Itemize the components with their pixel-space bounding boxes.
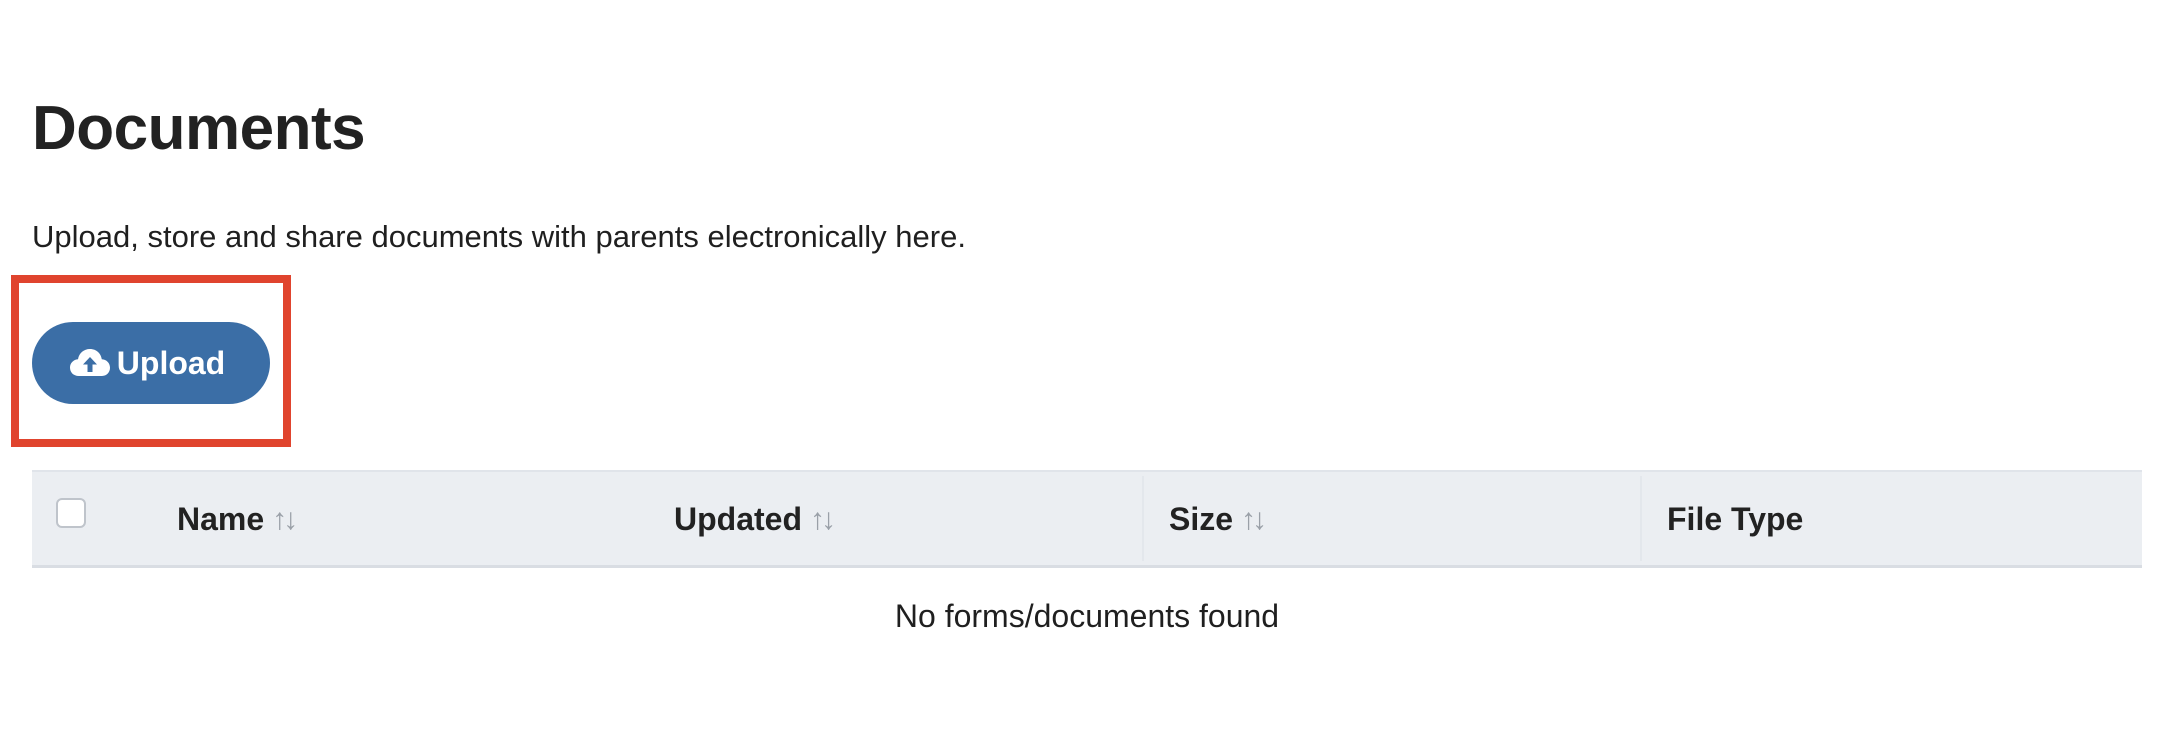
column-divider (1142, 476, 1144, 561)
documents-page: Documents Upload, store and share docume… (0, 0, 2162, 738)
cloud-upload-icon (69, 346, 111, 380)
column-header-label: File Type (1667, 501, 1804, 537)
column-header-file-type: File Type (1667, 472, 1803, 567)
documents-table: Name ↑↓ Updated ↑↓ Size ↑↓ File Type No … (32, 470, 2142, 634)
upload-button-label: Upload (116, 344, 226, 381)
column-header-name[interactable]: Name ↑↓ (177, 472, 298, 567)
empty-state-message: No forms/documents found (894, 598, 1280, 634)
column-divider (1640, 476, 1642, 561)
sort-arrows-icon[interactable]: ↑↓ (810, 503, 836, 537)
column-header-size[interactable]: Size ↑↓ (1169, 472, 1267, 567)
upload-button[interactable]: Upload (32, 322, 270, 404)
page-title: Documents (32, 94, 366, 163)
select-all-checkbox[interactable] (56, 498, 86, 528)
table-header: Name ↑↓ Updated ↑↓ Size ↑↓ File Type (32, 470, 2142, 568)
column-header-label: Name (177, 501, 265, 537)
column-header-label: Size (1169, 501, 1234, 537)
sort-arrows-icon[interactable]: ↑↓ (272, 503, 298, 537)
page-description: Upload, store and share documents with p… (32, 219, 966, 254)
sort-arrows-icon[interactable]: ↑↓ (1241, 503, 1267, 537)
column-header-updated[interactable]: Updated ↑↓ (674, 472, 836, 567)
column-header-label: Updated (674, 501, 802, 537)
